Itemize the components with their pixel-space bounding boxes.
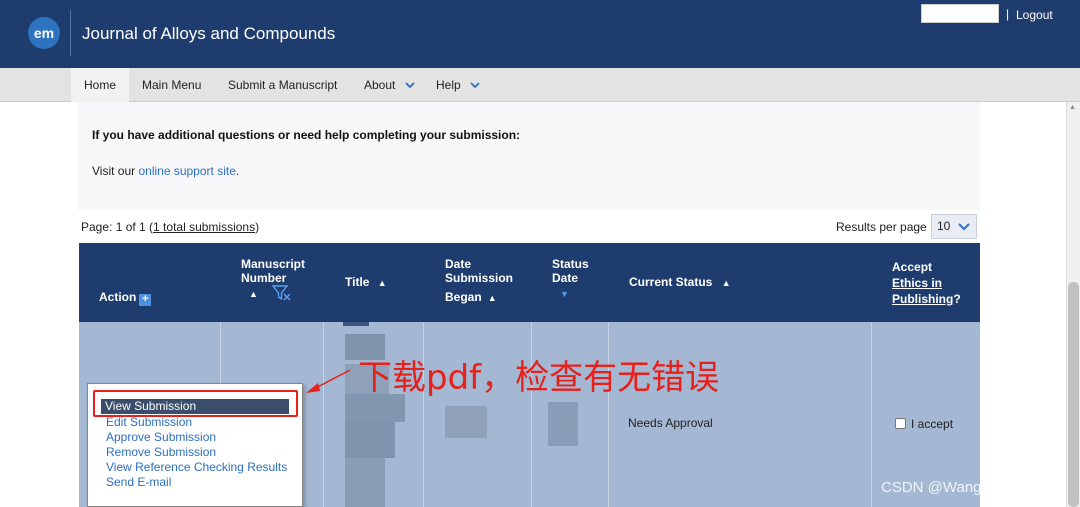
redacted-title <box>343 322 369 326</box>
em-logo[interactable]: em <box>28 17 60 49</box>
online-support-link[interactable]: online support site <box>138 164 235 178</box>
sort-up-icon[interactable]: ▲ <box>722 278 731 288</box>
menu-edit-submission[interactable]: Edit Submission <box>106 415 192 429</box>
nav-about-label: About <box>364 78 396 92</box>
menu-remove-submission[interactable]: Remove Submission <box>106 445 216 459</box>
th-status-l1: Status <box>552 257 589 271</box>
th-accept-l1: Accept <box>892 260 933 274</box>
csdn-watermark: CSDN @WangUnionpub <box>881 479 1046 496</box>
th-accept-ethics: Accept Ethics in Publishing? <box>892 259 961 307</box>
logout-separator: | <box>1006 7 1010 21</box>
menu-view-reference-checking[interactable]: View Reference Checking Results <box>106 460 287 474</box>
th-action-label: Action <box>99 290 137 304</box>
page-count: Page: 1 of 1 (1 total submissions) <box>81 220 259 234</box>
menu-send-email[interactable]: Send E-mail <box>106 475 171 489</box>
chevron-down-icon <box>958 215 970 239</box>
chevron-down-icon <box>405 78 415 92</box>
total-submissions-link[interactable]: 1 total submissions <box>153 220 255 234</box>
th-date-l2: Submission <box>445 271 514 285</box>
checkbox[interactable] <box>895 418 906 429</box>
current-status-value: Needs Approval <box>628 416 713 430</box>
nav-help[interactable]: Help <box>436 68 480 102</box>
nav-about[interactable]: About <box>364 68 415 102</box>
th-manuscript-l2: Number <box>241 271 287 285</box>
main-nav: Home Main Menu Submit a Manuscript About… <box>0 68 1080 102</box>
results-per-page-label: Results per page <box>836 220 927 234</box>
column-divider <box>871 322 872 507</box>
annotation-text: 下载pdf，检查有无错误 <box>358 358 720 398</box>
nav-main-menu-label: Main Menu <box>142 78 202 92</box>
help-visit-line: Visit our online support site. <box>92 164 239 178</box>
sort-down-icon[interactable]: ▼ <box>560 287 589 301</box>
sort-up-icon[interactable]: ▲ <box>249 287 305 301</box>
nav-submit-label: Submit a Manuscript <box>228 78 338 92</box>
plus-icon[interactable]: + <box>139 294 152 306</box>
th-status-l2: Date <box>552 271 579 285</box>
sort-up-icon[interactable]: ▲ <box>488 293 497 303</box>
nav-home-label: Home <box>84 78 117 92</box>
th-date-l3: Began <box>445 290 482 304</box>
th-title[interactable]: Title ▲ <box>345 275 387 290</box>
redacted-title <box>345 422 395 458</box>
th-manuscript-l1: Manuscript <box>241 257 306 271</box>
th-action: Action + <box>99 290 152 306</box>
nav-help-label: Help <box>436 78 461 92</box>
th-manuscript-number[interactable]: Manuscript Number ▲ <box>241 257 305 301</box>
results-per-page-value: 10 <box>937 219 951 233</box>
redacted-date <box>548 402 578 446</box>
logout-link[interactable]: Logout <box>1016 8 1053 22</box>
results-per-page-select[interactable]: 10 <box>931 214 977 239</box>
th-current-status-label: Current Status <box>629 275 713 289</box>
accept-label: I accept <box>911 417 954 431</box>
accept-ethics-checkbox[interactable]: I accept <box>895 417 953 431</box>
th-accept-q: ? <box>953 292 961 306</box>
chevron-down-icon <box>470 78 480 92</box>
menu-approve-submission[interactable]: Approve Submission <box>106 430 216 444</box>
sort-up-icon[interactable]: ▲ <box>378 278 387 288</box>
page-count-suffix: ) <box>255 220 260 234</box>
ethics-in-publishing-link-l1[interactable]: Ethics in <box>892 275 961 291</box>
annotation-highlight-box <box>93 390 298 417</box>
nav-home[interactable]: Home <box>71 68 129 102</box>
help-visit-suffix: . <box>235 164 240 178</box>
nav-submit-manuscript[interactable]: Submit a Manuscript <box>228 68 337 102</box>
help-question: If you have additional questions or need… <box>92 128 521 142</box>
scrollbar-thumb[interactable] <box>1068 282 1079 507</box>
journal-title[interactable]: Journal of Alloys and Compounds <box>82 24 335 44</box>
redacted-date <box>445 406 487 438</box>
scroll-up-icon[interactable]: ▲ <box>1069 104 1076 111</box>
nav-main-menu[interactable]: Main Menu <box>142 68 201 102</box>
th-title-label: Title <box>345 275 370 289</box>
submissions-table-header: Action + Manuscript Number ▲ Title ▲ Date… <box>79 243 980 322</box>
th-date-submission-began[interactable]: Date Submission Began ▲ <box>445 257 513 305</box>
redacted-title <box>345 458 385 507</box>
help-visit-prefix: Visit our <box>92 164 139 178</box>
th-status-date[interactable]: Status Date ▼ <box>552 257 589 301</box>
help-panel: If you have additional questions or need… <box>78 102 980 210</box>
ethics-in-publishing-link-l2[interactable]: Publishing <box>892 292 953 306</box>
logo-divider <box>70 10 71 56</box>
th-date-l1: Date <box>445 257 472 271</box>
page-count-prefix: Page: 1 of 1 ( <box>81 220 154 234</box>
column-divider <box>323 322 324 507</box>
top-header: em Journal of Alloys and Compounds | Log… <box>0 0 1080 68</box>
header-input-box[interactable] <box>921 4 999 23</box>
th-current-status[interactable]: Current Status ▲ <box>629 275 731 290</box>
